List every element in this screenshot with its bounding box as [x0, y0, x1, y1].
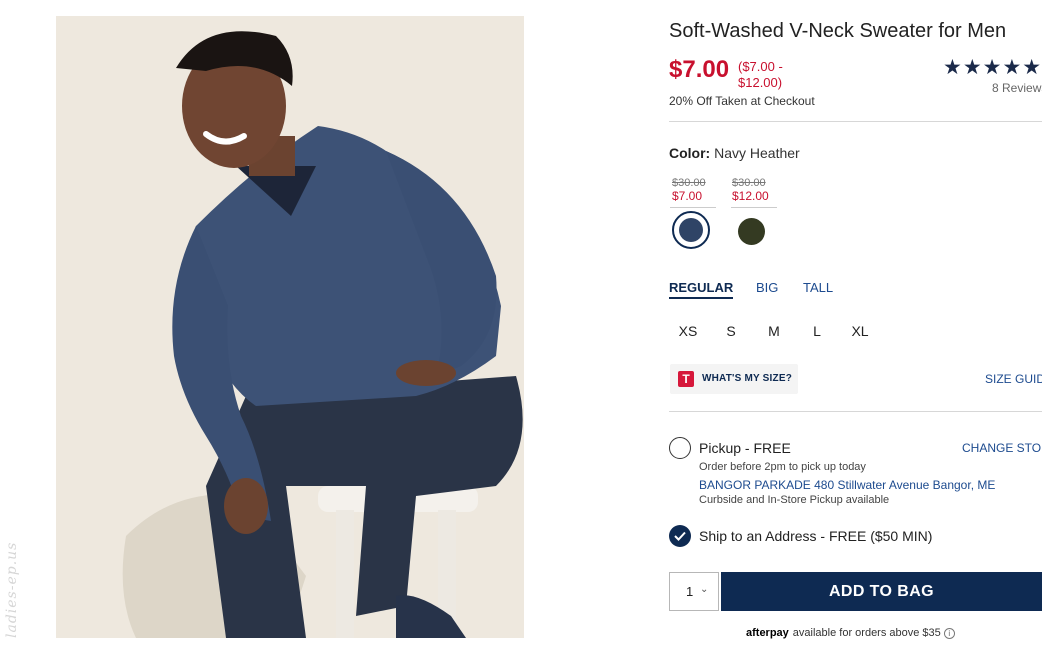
ship-to-address-checkbox[interactable] [669, 525, 691, 547]
tab-big[interactable]: BIG [756, 280, 778, 295]
swatch-new-price: $7.00 [672, 189, 703, 203]
size-guide-link[interactable]: SIZE GUIDE [985, 372, 1042, 386]
swatch-price-divider [731, 207, 777, 208]
whats-my-size-label: WHAT'S MY SIZE? [702, 373, 793, 384]
size-button-m[interactable]: M [759, 323, 789, 339]
whats-my-size-button[interactable]: T WHAT'S MY SIZE? [670, 364, 798, 394]
color-selection-label: Color: Navy Heather [669, 145, 800, 161]
reviews-link[interactable]: 8 Reviews [992, 81, 1042, 95]
swatch-price-divider [670, 207, 716, 208]
pickup-cutoff-note: Order before 2pm to pick up today [699, 461, 866, 473]
size-button-xs[interactable]: XS [673, 323, 703, 339]
model-illustration [56, 16, 524, 638]
pickup-label[interactable]: Pickup - FREE [699, 440, 791, 456]
size-button-s[interactable]: S [716, 323, 746, 339]
store-address-link[interactable]: BANGOR PARKADE 480 Stillwater Avenue Ban… [699, 478, 995, 492]
tab-regular[interactable]: REGULAR [669, 280, 734, 299]
swatch-price-navy: $30.00 $7.00 [672, 177, 720, 203]
product-title: Soft-Washed V-Neck Sweater for Men [669, 20, 1007, 42]
divider [669, 411, 1042, 412]
swatch-color-fill [679, 218, 703, 242]
true-fit-logo-icon: T [678, 371, 694, 387]
color-swatch-navy-heather[interactable] [672, 211, 710, 249]
afterpay-message: afterpay available for orders above $35 i [746, 627, 955, 639]
watermark-text: ladies-ep.us [4, 541, 20, 638]
discount-note: 20% Off Taken at Checkout [669, 94, 815, 108]
add-to-bag-button[interactable]: ADD TO BAG [721, 572, 1042, 611]
afterpay-logo: afterpay [746, 627, 789, 639]
selected-color-name: Navy Heather [714, 145, 800, 161]
product-image[interactable] [56, 16, 524, 638]
info-icon[interactable]: i [943, 628, 955, 639]
afterpay-text: available for orders above $35 [792, 627, 941, 639]
tab-tall[interactable]: TALL [803, 280, 833, 295]
size-button-xl[interactable]: XL [845, 323, 875, 339]
change-store-link[interactable]: CHANGE STORE [962, 441, 1042, 455]
quantity-select[interactable]: 1 ⌄ [669, 572, 719, 611]
checkmark-icon [674, 531, 686, 541]
price-range: ($7.00 - $12.00) [738, 59, 783, 90]
chevron-down-icon: ⌄ [700, 584, 709, 595]
pickup-radio[interactable] [669, 437, 691, 459]
divider [669, 121, 1042, 122]
ship-to-address-label[interactable]: Ship to an Address - FREE ($50 MIN) [699, 528, 932, 544]
color-swatch-olive[interactable] [738, 218, 765, 245]
quantity-value: 1 [686, 584, 694, 599]
size-button-l[interactable]: L [802, 323, 832, 339]
pickup-availability: Curbside and In-Store Pickup available [699, 494, 890, 506]
rating-stars-icon[interactable]: ★★★★★ [943, 55, 1042, 80]
swatch-new-price: $12.00 [732, 189, 769, 203]
color-label: Color: [669, 145, 711, 161]
current-price: $7.00 [669, 56, 730, 83]
swatch-price-olive: $30.00 $12.00 [732, 177, 780, 203]
